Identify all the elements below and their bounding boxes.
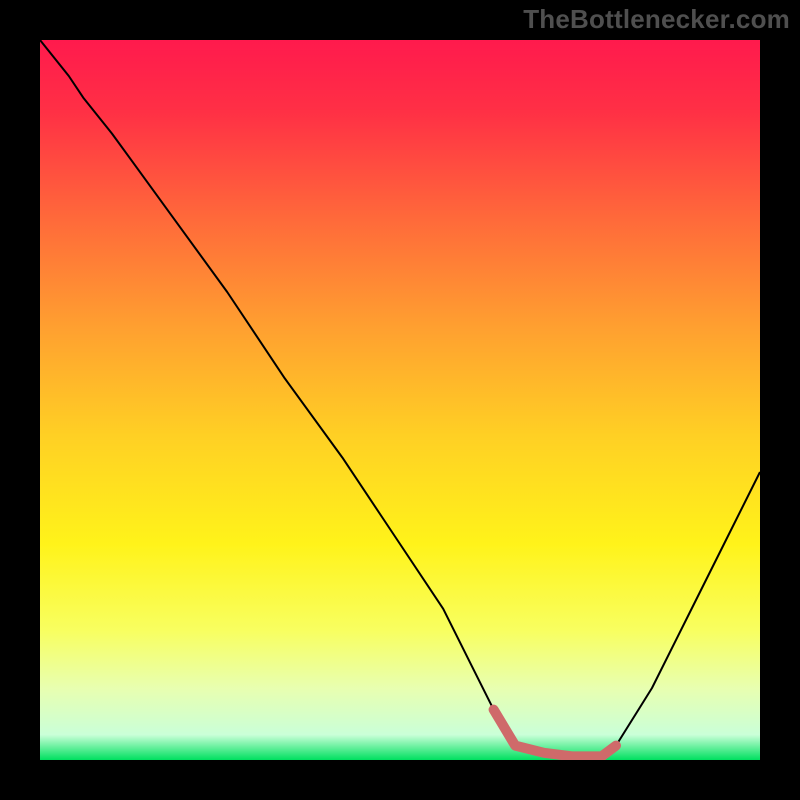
watermark-text: TheBottlenecker.com xyxy=(523,4,790,35)
chart-container: TheBottlenecker.com xyxy=(0,0,800,800)
chart-svg xyxy=(40,40,760,760)
gradient-background xyxy=(40,40,760,760)
plot-area xyxy=(40,40,760,760)
